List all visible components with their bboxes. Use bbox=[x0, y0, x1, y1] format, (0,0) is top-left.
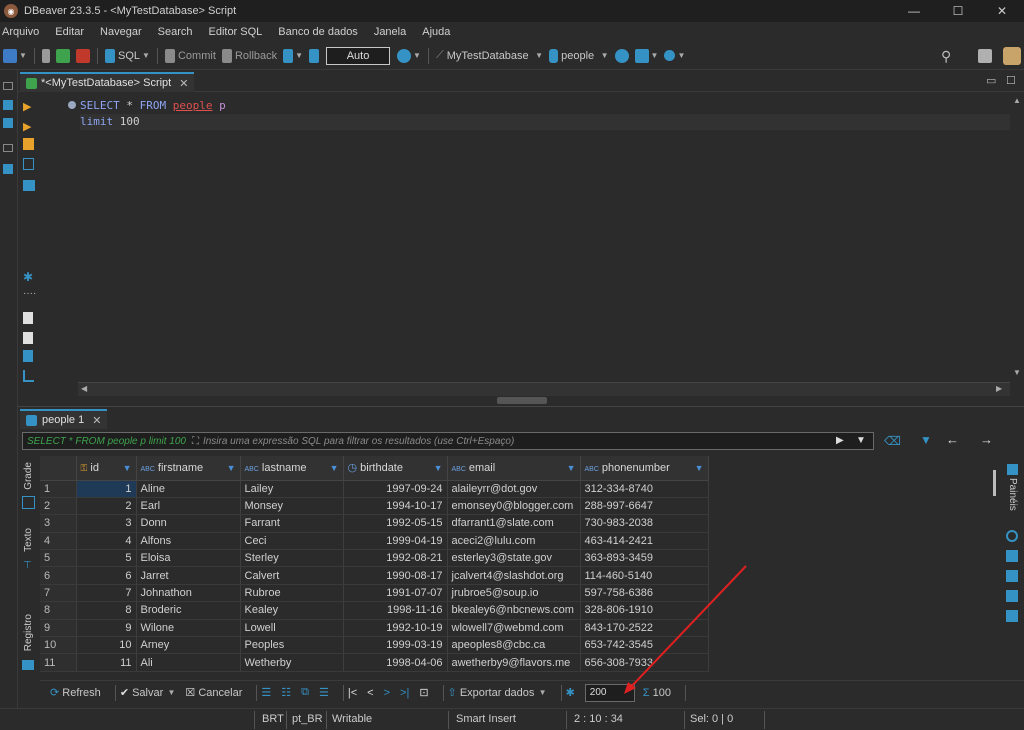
arrow-shaft bbox=[627, 565, 747, 691]
annotation-arrow bbox=[624, 565, 747, 694]
